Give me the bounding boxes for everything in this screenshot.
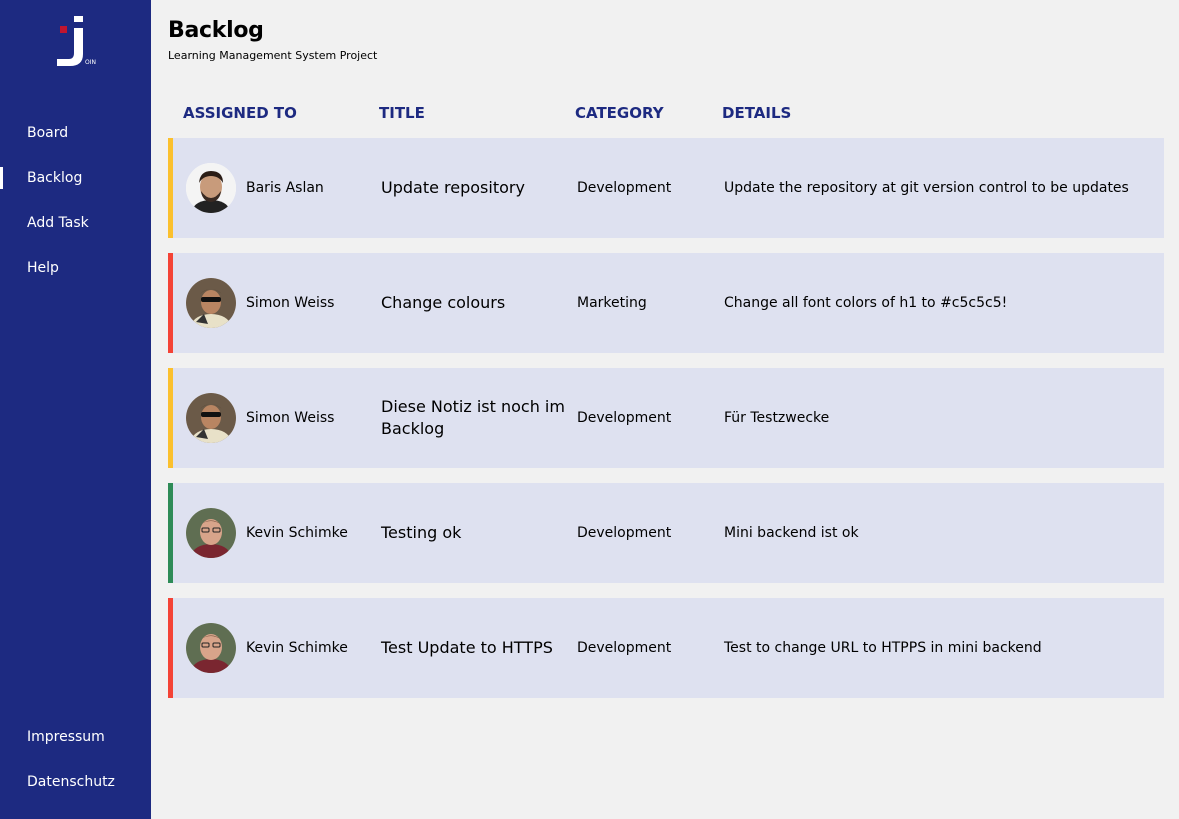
assignee-name: Kevin Schimke [246,640,348,656]
task-details: Update the repository at git version con… [724,180,1129,196]
join-logo[interactable]: OIN [54,14,102,70]
avatar-kevin [186,623,236,673]
task-details: Für Testzwecke [724,410,830,426]
avatar-simon [186,278,236,328]
assignee-name: Simon Weiss [246,295,335,311]
main-content: Backlog Learning Management System Proje… [151,0,1179,819]
nav-item-datenschutz[interactable]: Datenschutz [27,774,115,790]
task-category: Marketing [577,295,647,311]
assignee-name: Simon Weiss [246,410,335,426]
task-category: Development [577,410,672,426]
task-title: Update repository [381,178,525,197]
backlog-row[interactable]: Simon Weiss Diese Notiz ist noch im Back… [168,368,1164,468]
avatar-kevin [186,508,236,558]
task-category: Development [577,640,672,656]
backlog-row[interactable]: Simon Weiss Change colours Marketing Cha… [168,253,1164,353]
column-header-title: TITLE [379,104,425,122]
task-title: Test Update to HTTPS [381,638,553,657]
task-title: Diese Notiz ist noch im Backlog [381,397,565,438]
column-header-details: DETAILS [722,104,792,122]
avatar-baris [186,163,236,213]
task-title: Testing ok [381,523,462,542]
page-subtitle: Learning Management System Project [168,49,378,62]
nav-item-impressum[interactable]: Impressum [27,729,105,745]
logo-icon: OIN [57,16,96,66]
priority-indicator [168,368,173,468]
priority-indicator [168,138,173,238]
task-category: Development [577,525,672,541]
task-details: Test to change URL to HTPPS in mini back… [724,640,1042,656]
nav-item-backlog[interactable]: Backlog [27,170,82,186]
task-details: Mini backend ist ok [724,525,859,541]
nav-item-add-task[interactable]: Add Task [27,215,89,231]
priority-indicator [168,598,173,698]
task-category: Development [577,180,672,196]
assignee-name: Kevin Schimke [246,525,348,541]
page-title: Backlog [168,18,264,43]
backlog-row[interactable]: Kevin Schimke Testing ok Development Min… [168,483,1164,583]
assignee-name: Baris Aslan [246,180,324,196]
nav-active-indicator [0,167,3,189]
nav-item-board[interactable]: Board [27,125,68,141]
backlog-list: Baris Aslan Update repository Developmen… [168,138,1164,713]
task-details: Change all font colors of h1 to #c5c5c5! [724,295,1008,311]
backlog-row[interactable]: Kevin Schimke Test Update to HTTPS Devel… [168,598,1164,698]
avatar-simon [186,393,236,443]
priority-indicator [168,483,173,583]
backlog-row[interactable]: Baris Aslan Update repository Developmen… [168,138,1164,238]
column-header-assigned-to: ASSIGNED TO [183,104,297,122]
priority-indicator [168,253,173,353]
column-header-category: CATEGORY [575,104,664,122]
nav-item-help[interactable]: Help [27,260,59,276]
logo-text: OIN [85,59,96,66]
sidebar: OIN Board Backlog Add Task Help Impressu… [0,0,151,819]
task-title: Change colours [381,293,506,312]
